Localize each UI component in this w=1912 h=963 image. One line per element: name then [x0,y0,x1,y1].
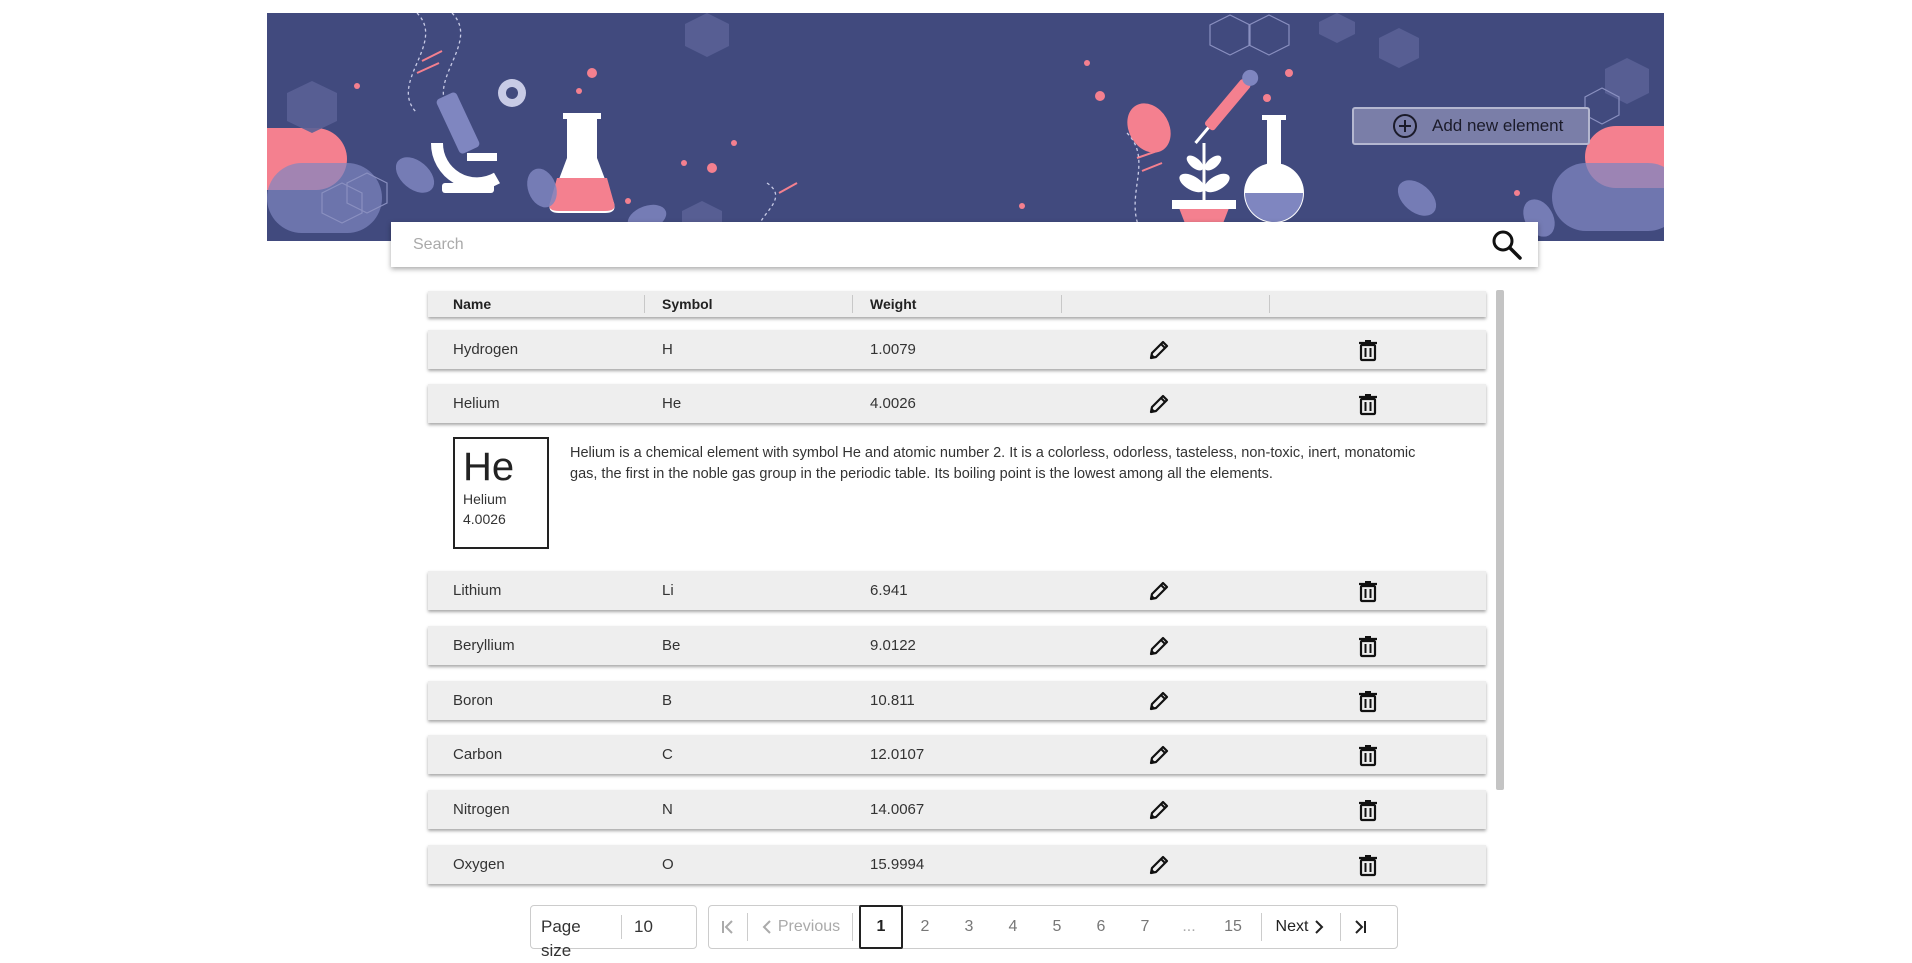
cell-weight: 1.0079 [870,341,916,358]
cell-symbol: C [662,746,673,763]
page-6-button[interactable]: 6 [1079,906,1123,948]
tile-symbol: He [463,445,515,489]
cell-symbol: O [662,856,674,873]
table-row[interactable]: Lithium Li 6.941 [428,571,1486,610]
cell-name: Nitrogen [453,801,510,818]
page-5-button[interactable]: 5 [1035,906,1079,948]
page-2-button[interactable]: 2 [903,906,947,948]
cell-name: Lithium [453,582,502,599]
cell-symbol: Be [662,637,681,654]
pencil-icon[interactable] [1146,852,1172,878]
page-size-input[interactable] [632,916,696,938]
previous-page-button[interactable]: Previous [748,906,852,948]
pencil-icon[interactable] [1146,633,1172,659]
cell-name: Beryllium [453,637,515,654]
previous-label: Previous [777,918,841,935]
column-header-weight[interactable]: Weight [870,291,916,317]
cell-symbol: H [662,341,673,358]
pencil-icon[interactable] [1146,797,1172,823]
table-scrollbar[interactable] [1496,290,1504,790]
search-icon[interactable] [1490,228,1524,262]
page-1-button[interactable]: 1 [859,905,903,949]
pagination: Previous 1 2 3 4 5 6 7 ... 15 Next [708,905,1398,949]
column-header-name[interactable]: Name [453,291,491,317]
table-row[interactable]: Oxygen O 15.9994 [428,845,1486,884]
search-bar [391,222,1538,267]
cell-name: Hydrogen [453,341,519,358]
cell-weight: 6.941 [870,582,908,599]
pencil-icon[interactable] [1146,578,1172,604]
table-row[interactable]: Hydrogen H 1.0079 [428,330,1486,369]
cell-name: Oxygen [453,856,505,873]
last-page-icon [1355,920,1366,934]
pencil-icon[interactable] [1146,337,1172,363]
trash-icon[interactable] [1355,797,1381,823]
cell-symbol: Li [662,582,674,599]
search-input[interactable] [411,234,1490,255]
trash-icon[interactable] [1355,633,1381,659]
cell-weight: 10.811 [870,692,915,709]
column-header-symbol[interactable]: Symbol [662,291,713,317]
page-7-button[interactable]: 7 [1123,906,1167,948]
tile-weight: 4.0026 [463,511,506,527]
cell-weight: 15.9994 [870,856,925,873]
add-circle-icon [1393,114,1417,138]
tile-name: Helium [463,491,507,507]
trash-icon[interactable] [1355,578,1381,604]
element-description: Helium is a chemical element with symbol… [570,445,1416,482]
expanded-row-details: He Helium 4.0026 Helium is a chemical el… [428,417,1486,549]
last-page-button[interactable] [1341,906,1379,948]
cell-weight: 9.0122 [870,637,916,654]
trash-icon[interactable] [1355,391,1381,417]
table-header: Name Symbol Weight [428,291,1486,317]
cell-weight: 14.0067 [870,801,925,818]
element-tile: He Helium 4.0026 [453,437,549,549]
cell-weight: 12.0107 [870,746,925,763]
chevron-right-icon [1315,920,1324,934]
first-page-button[interactable] [709,906,747,948]
pagination-ellipsis: ... [1182,918,1196,935]
add-new-element-button[interactable]: Add new element [1352,107,1590,145]
add-new-element-label: Add new element [1432,116,1564,135]
trash-icon[interactable] [1355,852,1381,878]
first-page-icon [722,920,733,934]
page-size-control: Page size [530,905,697,960]
header-banner: Add new element [267,13,1664,241]
cell-name: Boron [453,692,494,709]
page-size-label: Page size [531,915,622,960]
pencil-icon[interactable] [1146,742,1172,768]
page-15-button[interactable]: 15 [1211,906,1255,948]
table-row[interactable]: Nitrogen N 14.0067 [428,790,1486,829]
next-page-button[interactable]: Next [1262,906,1340,948]
pencil-icon[interactable] [1146,688,1172,714]
cell-symbol: B [662,692,673,709]
cell-symbol: N [662,801,673,818]
trash-icon[interactable] [1355,742,1381,768]
chevron-left-icon [762,920,771,934]
table-row[interactable]: Beryllium Be 9.0122 [428,626,1486,665]
page-3-button[interactable]: 3 [947,906,991,948]
trash-icon[interactable] [1355,688,1381,714]
pencil-icon[interactable] [1146,391,1172,417]
cell-name: Carbon [453,746,503,763]
trash-icon[interactable] [1355,337,1381,363]
table-row[interactable]: Carbon C 12.0107 [428,735,1486,774]
next-label: Next [1275,918,1309,935]
page-4-button[interactable]: 4 [991,906,1035,948]
table-row[interactable]: Boron B 10.811 [428,681,1486,720]
